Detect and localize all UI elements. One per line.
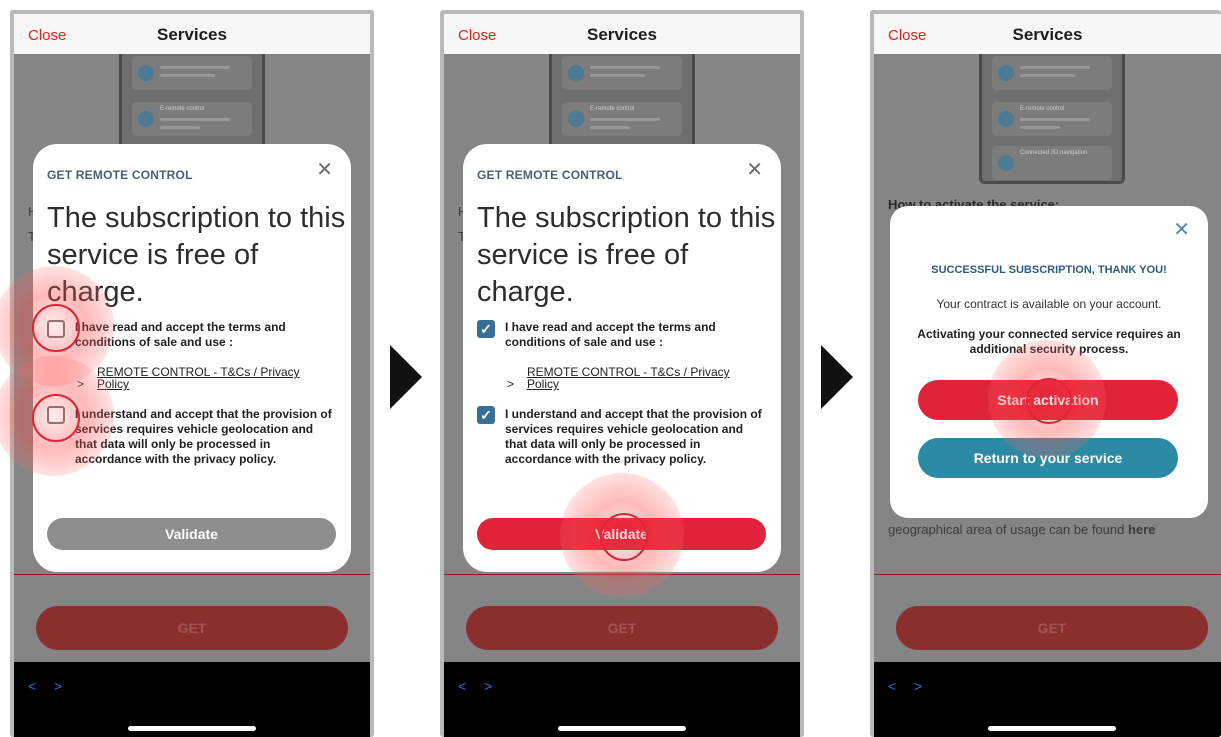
close-icon[interactable]: ✕ xyxy=(1173,220,1190,240)
browser-bottom-bar: < > xyxy=(444,662,800,737)
page-title: Services xyxy=(587,25,657,44)
chevron-right-icon xyxy=(821,345,853,409)
bg-footer-text: geographical area of usage can be found … xyxy=(888,522,1155,537)
close-icon[interactable]: ✕ xyxy=(746,160,763,180)
bg-footer-link[interactable]: here xyxy=(1128,522,1155,537)
modal-headline: The subscription to this service is free… xyxy=(47,202,346,308)
forward-icon[interactable]: > xyxy=(484,678,492,694)
background-screenshot: E-remote control Connected 3D navigation xyxy=(979,54,1125,184)
chevron-right-icon xyxy=(390,345,422,409)
background-screenshot: E-remote control xyxy=(549,54,695,154)
success-title: SUCCESSFUL SUBSCRIPTION, THANK YOU! xyxy=(931,264,1167,276)
start-activation-button[interactable]: Start activation xyxy=(918,380,1178,420)
subscription-modal: GET REMOTE CONTROL ✕ The subscription to… xyxy=(463,144,781,572)
bg-service-title: Connected 3D navigation xyxy=(1020,150,1088,156)
get-button[interactable]: GET xyxy=(36,606,348,650)
validate-button[interactable]: Validate xyxy=(47,518,336,550)
terms-checkbox[interactable] xyxy=(47,320,65,338)
top-bar: Close Services xyxy=(14,14,370,54)
get-button[interactable]: GET xyxy=(466,606,778,650)
subscription-modal: GET REMOTE CONTROL ✕ The subscription to… xyxy=(33,144,351,572)
security-message: Activating your connected service requir… xyxy=(917,327,1181,356)
bg-service-row: E-remote control xyxy=(132,102,252,136)
geolocation-label: I understand and accept that the provisi… xyxy=(505,407,762,466)
bg-service-row: E-remote control xyxy=(562,102,682,136)
divider xyxy=(874,574,1221,575)
home-indicator xyxy=(988,726,1116,731)
top-bar: Close Services xyxy=(444,14,800,54)
phone-screen-3: E-remote control Connected 3D navigation… xyxy=(870,10,1221,737)
home-indicator xyxy=(558,726,686,731)
bg-service-row xyxy=(562,56,682,90)
bg-service-row xyxy=(992,56,1112,90)
page-title: Services xyxy=(1012,25,1083,44)
divider xyxy=(14,574,370,575)
bg-service-row: E-remote control xyxy=(992,102,1112,136)
browser-bottom-bar: < > xyxy=(14,662,370,737)
forward-icon[interactable]: > xyxy=(914,678,922,694)
contract-message: Your contract is available on your accou… xyxy=(936,297,1162,311)
background-screenshot: E-remote control xyxy=(119,54,265,154)
terms-link[interactable]: REMOTE CONTROL - T&Cs / Privacy Policy xyxy=(97,366,317,390)
get-button[interactable]: GET xyxy=(896,606,1208,650)
terms-link[interactable]: REMOTE CONTROL - T&Cs / Privacy Policy xyxy=(527,366,747,390)
phone-screen-1: E-remote control H T GET < > Close Servi… xyxy=(10,10,374,737)
top-bar: Close Services xyxy=(874,14,1221,54)
forward-icon[interactable]: > xyxy=(54,678,62,694)
validate-button[interactable]: Validate xyxy=(477,518,766,550)
back-icon[interactable]: < xyxy=(458,678,466,694)
terms-label: I have read and accept the terms and con… xyxy=(505,320,716,349)
close-icon[interactable]: ✕ xyxy=(316,160,333,180)
phone-screen-2: E-remote control H T GET < > Close Servi… xyxy=(440,10,804,737)
terms-checkbox[interactable]: ✓ xyxy=(477,320,495,338)
bg-service-title: E-remote control xyxy=(590,106,635,112)
back-icon[interactable]: < xyxy=(888,678,896,694)
bg-service-title: E-remote control xyxy=(160,106,205,112)
browser-bottom-bar: < > xyxy=(874,662,1221,737)
bg-footer-partial: geographical area of usage can be found xyxy=(888,522,1125,537)
geolocation-checkbox[interactable]: ✓ xyxy=(477,406,495,424)
link-arrow: > xyxy=(507,377,515,391)
geolocation-label: I understand and accept that the provisi… xyxy=(75,407,332,466)
modal-kicker: GET REMOTE CONTROL xyxy=(477,168,623,182)
home-indicator xyxy=(128,726,256,731)
page-title: Services xyxy=(157,25,227,44)
link-arrow: > xyxy=(77,377,85,391)
terms-label: I have read and accept the terms and con… xyxy=(75,320,286,349)
screen-1: E-remote control H T GET < > Close Servi… xyxy=(14,14,370,737)
modal-headline: The subscription to this service is free… xyxy=(477,202,776,308)
bg-service-row: Connected 3D navigation xyxy=(992,146,1112,180)
modal-kicker: GET REMOTE CONTROL xyxy=(47,168,193,182)
geolocation-checkbox[interactable] xyxy=(47,406,65,424)
return-to-service-button[interactable]: Return to your service xyxy=(918,438,1178,478)
back-icon[interactable]: < xyxy=(28,678,36,694)
screen-3: E-remote control Connected 3D navigation… xyxy=(874,14,1221,737)
bg-service-row xyxy=(132,56,252,90)
success-modal: ✕ SUCCESSFUL SUBSCRIPTION, THANK YOU! Yo… xyxy=(890,206,1208,518)
bg-service-title: E-remote control xyxy=(1020,106,1065,112)
divider xyxy=(444,574,800,575)
screen-2: E-remote control H T GET < > Close Servi… xyxy=(444,14,800,737)
